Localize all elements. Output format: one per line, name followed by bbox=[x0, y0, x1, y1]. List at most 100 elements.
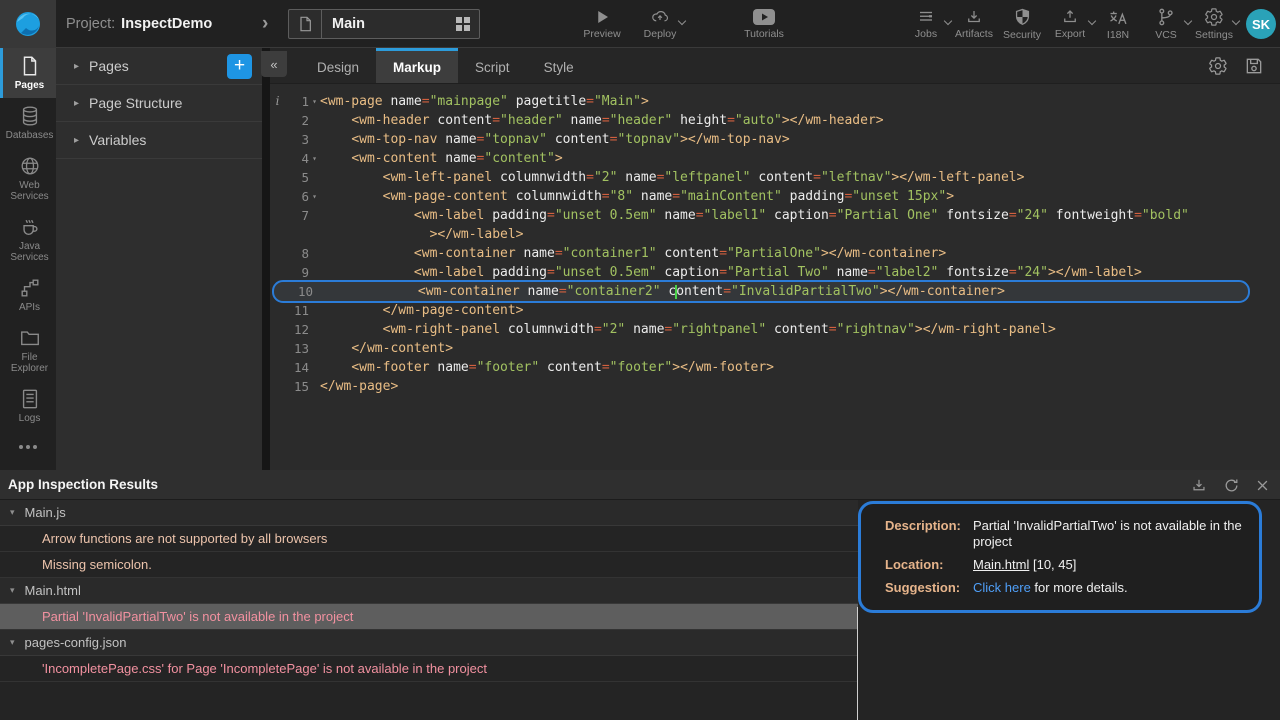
sidebar-item-java-services[interactable]: Java Services bbox=[0, 209, 56, 270]
location-position: [10, 45] bbox=[1029, 557, 1076, 572]
chevron-down-icon bbox=[1088, 17, 1096, 25]
security-button[interactable]: Security bbox=[1000, 0, 1044, 48]
code-text: </wm-page> bbox=[320, 377, 398, 396]
collapse-panel-button[interactable]: « bbox=[261, 51, 287, 77]
tab-script[interactable]: Script bbox=[458, 48, 527, 83]
panel-section-pages[interactable]: ▸ Pages + bbox=[56, 48, 262, 85]
gutter: 6▾ bbox=[270, 187, 320, 206]
sidebar-item-web-services[interactable]: Web Services bbox=[0, 148, 56, 209]
location-file-link[interactable]: Main.html bbox=[973, 557, 1029, 572]
gutter: 13 bbox=[270, 339, 320, 358]
workspace: PagesDatabasesWeb Services Java Services A… bbox=[0, 48, 1280, 470]
code-line[interactable]: 2 <wm-header content="header" name="head… bbox=[270, 111, 1280, 130]
i18n-button[interactable]: I18N bbox=[1096, 0, 1140, 48]
line-number: 5 bbox=[285, 168, 309, 187]
issue-row-selected[interactable]: Partial 'InvalidPartialTwo' is not avail… bbox=[0, 604, 858, 630]
code-line[interactable]: 8 <wm-container name="container1" conten… bbox=[270, 244, 1280, 263]
line-number: 1 bbox=[285, 92, 309, 111]
collapse-triangle-icon: ▾ bbox=[10, 637, 15, 648]
panel-divider bbox=[262, 48, 270, 470]
issue-row[interactable]: 'IncompletePage.css' for Page 'Incomplet… bbox=[0, 656, 858, 682]
panel-splitter[interactable] bbox=[857, 607, 858, 720]
add-page-button[interactable]: + bbox=[227, 54, 252, 79]
issue-group-pages-config-json[interactable]: ▾pages-config.json bbox=[0, 630, 858, 656]
fold-arrow-icon[interactable]: ▾ bbox=[309, 92, 320, 111]
code-line[interactable]: i1▾<wm-page name="mainpage" pagetitle="M… bbox=[270, 92, 1280, 111]
tab-style[interactable]: Style bbox=[527, 48, 591, 83]
suggestion-label: Suggestion: bbox=[885, 580, 973, 596]
line-number: 14 bbox=[285, 358, 309, 377]
code-line[interactable]: 15 </wm-page> bbox=[270, 377, 1280, 396]
grid-icon[interactable] bbox=[447, 16, 479, 32]
tutorials-button[interactable]: Tutorials bbox=[742, 0, 786, 48]
code-line[interactable]: 4▾ <wm-content name="content"> bbox=[270, 149, 1280, 168]
save-icon[interactable] bbox=[1244, 56, 1264, 76]
code-line[interactable]: 5 <wm-left-panel columnwidth="2" name="l… bbox=[270, 168, 1280, 187]
panel-section-page-structure[interactable]: ▸ Page Structure bbox=[56, 85, 262, 122]
upload-tray-icon bbox=[1060, 8, 1080, 26]
gutter: 11 bbox=[270, 301, 320, 320]
jobs-label: Jobs bbox=[915, 28, 937, 40]
top-bar: Project: InspectDemo › Main bbox=[0, 0, 1280, 48]
user-avatar[interactable]: SK bbox=[1246, 9, 1276, 39]
code-line[interactable]: 14 <wm-footer name="footer" content="foo… bbox=[270, 358, 1280, 377]
logo-icon bbox=[13, 9, 43, 39]
ellipsis-icon[interactable] bbox=[0, 445, 56, 449]
fold-arrow-icon[interactable]: ▾ bbox=[309, 149, 320, 168]
export-button[interactable]: Export bbox=[1048, 0, 1092, 48]
line-number: 12 bbox=[285, 320, 309, 339]
jobs-icon bbox=[915, 8, 937, 26]
issue-group-main-html[interactable]: ▾Main.html bbox=[0, 578, 858, 604]
breadcrumb-chevron-icon[interactable]: › bbox=[262, 13, 268, 35]
code-text: </wm-page-content> bbox=[320, 301, 524, 320]
tab-design[interactable]: Design bbox=[300, 48, 376, 83]
issue-row[interactable]: Missing semicolon. bbox=[0, 552, 858, 578]
refresh-icon[interactable] bbox=[1223, 477, 1240, 494]
code-line[interactable]: ></wm-label> bbox=[270, 225, 1280, 244]
fold-arrow-icon[interactable]: ▾ bbox=[309, 187, 320, 206]
download-icon[interactable] bbox=[1190, 477, 1208, 494]
close-icon[interactable] bbox=[1255, 478, 1270, 493]
page-selector-value: Main bbox=[322, 16, 447, 32]
code-line[interactable]: 7 <wm-label padding="unset 0.5em" name="… bbox=[270, 206, 1280, 225]
preview-label: Preview bbox=[583, 28, 620, 40]
settings-button[interactable]: Settings bbox=[1192, 0, 1236, 48]
gutter: 12 bbox=[270, 320, 320, 339]
sidebar-item-apis[interactable]: APIs bbox=[0, 270, 56, 320]
code-line[interactable]: 12 <wm-right-panel columnwidth="2" name=… bbox=[270, 320, 1280, 339]
markup-settings-gear-icon[interactable] bbox=[1208, 56, 1228, 76]
code-area[interactable]: i1▾<wm-page name="mainpage" pagetitle="M… bbox=[270, 84, 1280, 396]
deploy-button[interactable]: Deploy bbox=[638, 0, 682, 48]
code-line[interactable]: 13 </wm-content> bbox=[270, 339, 1280, 358]
suggestion-link[interactable]: Click here bbox=[973, 580, 1031, 595]
sidebar-item-logs[interactable]: Logs bbox=[0, 381, 56, 431]
tab-markup[interactable]: Markup bbox=[376, 48, 458, 83]
coffee-icon bbox=[19, 216, 41, 238]
preview-button[interactable]: Preview bbox=[580, 0, 624, 48]
code-line[interactable]: 3 <wm-top-nav name="topnav" content="top… bbox=[270, 130, 1280, 149]
issue-row[interactable]: Arrow functions are not supported by all… bbox=[0, 526, 858, 552]
jobs-button[interactable]: Jobs bbox=[904, 0, 948, 48]
code-text: </wm-content> bbox=[320, 339, 453, 358]
line-number: 11 bbox=[285, 301, 309, 320]
cloud-upload-icon bbox=[648, 8, 672, 26]
app-inspection-panel: App Inspection Results bbox=[0, 470, 1280, 720]
sidebar-item-label: File Explorer bbox=[3, 352, 57, 374]
pages-panel: ▸ Pages + ▸ Page Structure ▸ Variables bbox=[56, 48, 262, 470]
highlighted-code-line[interactable]: 10 <wm-container name="container2" conte… bbox=[272, 280, 1250, 303]
project-breadcrumb: Project: InspectDemo bbox=[66, 0, 212, 48]
line-number: 15 bbox=[285, 377, 309, 396]
sidebar-item-file-explorer[interactable]: File Explorer bbox=[0, 320, 56, 381]
wavemaker-logo[interactable] bbox=[0, 0, 56, 48]
artifacts-button[interactable]: Artifacts bbox=[952, 0, 996, 48]
sidebar-item-databases[interactable]: Databases bbox=[0, 98, 56, 148]
code-line[interactable]: 11 </wm-page-content> bbox=[270, 301, 1280, 320]
issue-group-main-js[interactable]: ▾Main.js bbox=[0, 500, 858, 526]
sidebar-item-label: Java Services bbox=[3, 241, 57, 263]
page-selector[interactable]: Main bbox=[288, 9, 480, 39]
panel-section-variables[interactable]: ▸ Variables bbox=[56, 122, 262, 159]
vcs-button[interactable]: VCS bbox=[1144, 0, 1188, 48]
sidebar-item-pages[interactable]: Pages bbox=[0, 48, 56, 98]
info-icon: i bbox=[270, 92, 285, 111]
code-line[interactable]: 6▾ <wm-page-content columnwidth="8" name… bbox=[270, 187, 1280, 206]
